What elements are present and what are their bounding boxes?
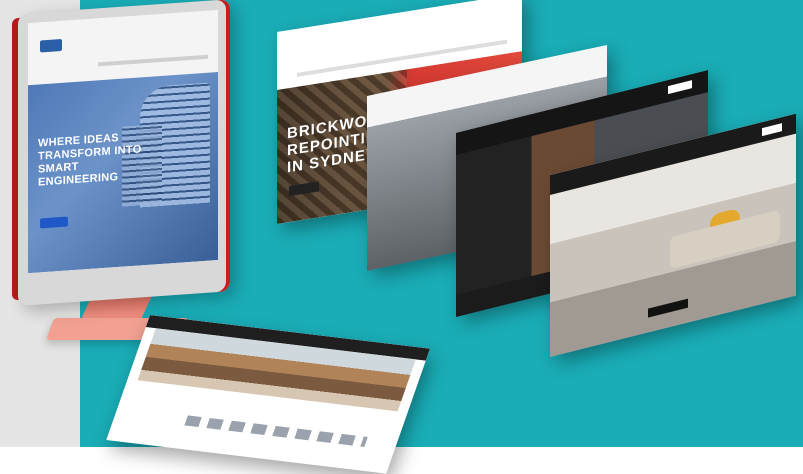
living-cta-button — [648, 298, 688, 318]
hero-cta-button — [40, 216, 68, 229]
building-graphic-2 — [122, 123, 162, 207]
site-logo-icon — [40, 38, 62, 53]
builder-partner-logos — [184, 415, 368, 447]
monitor-mockup: WHERE IDEAS TRANSFORM INTO SMART ENGINEE… — [12, 0, 230, 307]
monitor-screen: WHERE IDEAS TRANSFORM INTO SMART ENGINEE… — [28, 10, 218, 274]
